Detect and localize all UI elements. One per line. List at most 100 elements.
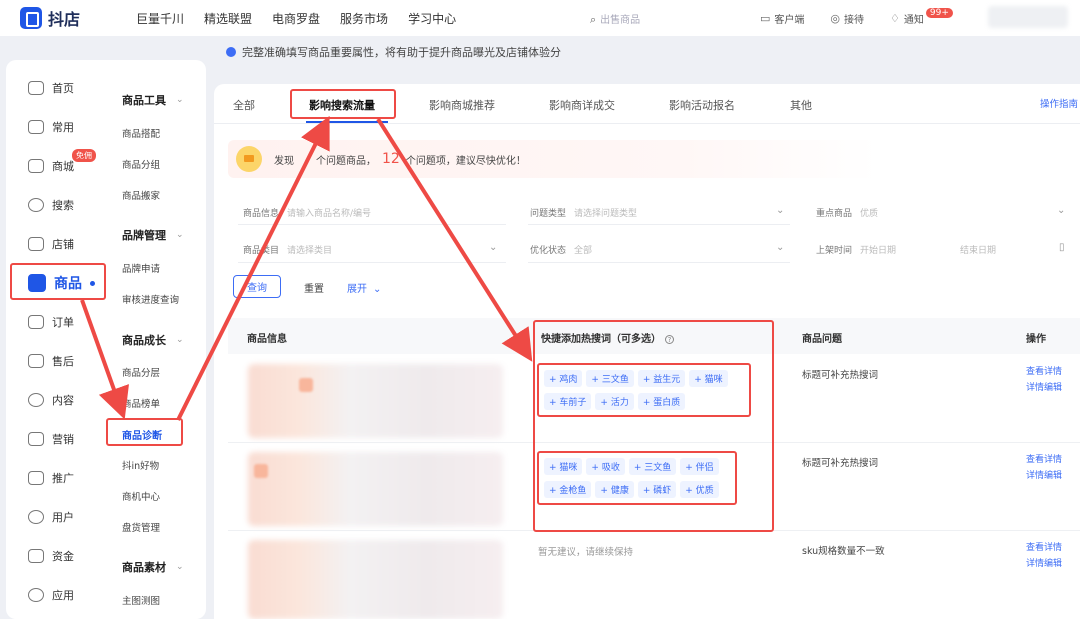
- submenu-item[interactable]: 盘货管理: [122, 520, 160, 534]
- hotword-chip[interactable]: + 健康: [595, 481, 634, 498]
- tab-activity-signup[interactable]: 影响活动报名: [669, 97, 735, 113]
- help-icon[interactable]: ?: [665, 335, 674, 344]
- guide-link[interactable]: 操作指南: [1040, 96, 1078, 110]
- topnav-item[interactable]: 精选联盟: [204, 10, 252, 27]
- hotword-chip[interactable]: + 磷虾: [637, 481, 677, 498]
- sidebar-item-marketing[interactable]: 营销: [28, 431, 74, 447]
- client-button[interactable]: ▭ 客户端: [760, 11, 804, 26]
- tab-bar: 全部 影响搜索流量 影响商城推荐 影响商详成交 影响活动报名 其他 操作指南: [214, 84, 1080, 124]
- submenu-item[interactable]: 审核进度查询: [122, 292, 179, 306]
- expand-button[interactable]: 展开 ⌄: [347, 280, 381, 295]
- sidebar-item-store[interactable]: 店铺: [28, 236, 74, 252]
- no-suggestion-text: 暂无建议，请继续保持: [538, 547, 634, 558]
- alert-text: 发现 个问题商品， 12 个问题项，建议尽快优化！: [274, 151, 526, 167]
- top-search-input[interactable]: ⌕ 出售商品: [590, 11, 640, 27]
- tab-detail-conversion[interactable]: 影响商详成交: [549, 97, 615, 113]
- filter-product-info[interactable]: 商品信息 请输入商品名称/编号: [243, 206, 371, 219]
- filter-opt-status[interactable]: 优化状态 全部: [530, 243, 592, 256]
- submenu-item[interactable]: 商品分组: [122, 157, 160, 171]
- alert-count: 12: [382, 151, 400, 167]
- submenu-item[interactable]: 抖in好物: [122, 458, 159, 472]
- chevron-down-icon: ⌄: [489, 242, 498, 253]
- divider: [228, 530, 1080, 531]
- logo[interactable]: 抖店: [20, 6, 130, 30]
- hotword-chip[interactable]: + 蛋白质: [637, 393, 686, 410]
- hotword-chip[interactable]: + 三文鱼: [628, 458, 677, 475]
- help-button[interactable]: ◎ 接待: [830, 11, 864, 26]
- sidebar-item-promote[interactable]: 推广: [28, 470, 74, 486]
- sidebar-item-home[interactable]: 首页: [28, 80, 74, 96]
- problem-text: 标题可补充热搜词: [802, 458, 879, 469]
- product-thumbnail[interactable]: [248, 364, 503, 438]
- submenu-group-brand[interactable]: 品牌管理 ⌄: [122, 227, 184, 243]
- hotword-chip[interactable]: + 伴侣: [680, 458, 719, 475]
- filter-list-time[interactable]: 上架时间 开始日期 结束日期: [816, 243, 996, 256]
- submenu-item-diagnosis[interactable]: 商品诊断: [122, 427, 162, 442]
- sidebar-item-mall[interactable]: 商城: [28, 158, 74, 174]
- edit-detail-link[interactable]: 详情编辑: [1026, 380, 1062, 396]
- submenu-group-growth[interactable]: 商品成长 ⌄: [122, 332, 184, 348]
- sidebar-item-funds[interactable]: 资金: [28, 548, 74, 564]
- tab-other[interactable]: 其他: [790, 97, 812, 113]
- hotword-chip[interactable]: + 猫咪: [689, 370, 728, 387]
- hotword-chip[interactable]: + 猫咪: [544, 458, 583, 475]
- product-thumbnail[interactable]: [248, 452, 503, 526]
- topnav-item[interactable]: 学习中心: [408, 10, 456, 27]
- hotword-chip[interactable]: + 吸收: [586, 458, 625, 475]
- edit-detail-link[interactable]: 详情编辑: [1026, 556, 1062, 572]
- hotword-chip[interactable]: + 金枪鱼: [544, 481, 592, 498]
- chevron-down-icon: ⌄: [176, 230, 184, 240]
- view-detail-link[interactable]: 查看详情: [1026, 540, 1062, 556]
- tab-mall-recommend[interactable]: 影响商城推荐: [429, 97, 495, 113]
- query-button[interactable]: 查询: [233, 275, 281, 298]
- filter-category[interactable]: 商品类目 请选择类目: [243, 243, 332, 256]
- hotword-chip[interactable]: + 活力: [595, 393, 634, 410]
- hotword-chip[interactable]: + 益生元: [637, 370, 686, 387]
- chevron-down-icon: ⌄: [176, 562, 184, 572]
- view-detail-link[interactable]: 查看详情: [1026, 452, 1062, 468]
- reset-button[interactable]: 重置: [304, 280, 324, 295]
- topnav-item[interactable]: 电商罗盘: [272, 10, 320, 27]
- filter-problem-type[interactable]: 问题类型 请选择问题类型: [530, 206, 637, 219]
- view-detail-link[interactable]: 查看详情: [1026, 364, 1062, 380]
- divider: [238, 262, 506, 263]
- submenu-group-material[interactable]: 商品素材 ⌄: [122, 559, 184, 575]
- filter-key-product[interactable]: 重点商品 优质: [816, 206, 878, 219]
- edit-detail-link[interactable]: 详情编辑: [1026, 468, 1062, 484]
- sidebar-item-content[interactable]: 内容: [28, 392, 74, 408]
- tab-search-traffic[interactable]: 影响搜索流量: [309, 97, 375, 113]
- submenu-item[interactable]: 商品分层: [122, 365, 160, 379]
- submenu-item[interactable]: 商机中心: [122, 489, 160, 503]
- submenu-group-tools[interactable]: 商品工具 ⌄: [122, 92, 184, 108]
- hotword-chips: + 猫咪 + 吸收 + 三文鱼 + 伴侣 + 金枪鱼 + 健康 + 磷虾 + 优…: [544, 458, 754, 504]
- chevron-down-icon: ⌄: [176, 335, 184, 345]
- hotword-chip[interactable]: + 优质: [680, 481, 719, 498]
- submenu-item[interactable]: 品牌申请: [122, 261, 160, 275]
- sidebar: 首页 常用 商城 免佣 搜索 店铺 商品 订单 售后 内容 营销 推广 用户 资…: [6, 60, 206, 619]
- topnav-item[interactable]: 巨量千川: [136, 10, 184, 27]
- logo-text: 抖店: [48, 10, 81, 29]
- top-nav: 巨量千川 精选联盟 电商罗盘 服务市场 学习中心: [136, 10, 476, 27]
- submenu-item[interactable]: 商品榜单: [122, 396, 160, 410]
- sidebar-item-users[interactable]: 用户: [28, 509, 74, 525]
- sidebar-item-orders[interactable]: 订单: [28, 314, 74, 330]
- sidebar-item-aftersale[interactable]: 售后: [28, 353, 74, 369]
- hotword-chip[interactable]: + 车前子: [544, 393, 592, 410]
- submenu-item[interactable]: 商品搬家: [122, 188, 160, 202]
- sidebar-item-goods[interactable]: 商品: [28, 273, 95, 293]
- hotword-chip[interactable]: + 三文鱼: [586, 370, 634, 387]
- tab-all[interactable]: 全部: [233, 97, 255, 113]
- tab-active-indicator: [306, 121, 388, 123]
- order-icon: [28, 315, 44, 329]
- sidebar-item-common[interactable]: 常用: [28, 119, 74, 135]
- submenu-item[interactable]: 商品搭配: [122, 126, 160, 140]
- sidebar-item-search[interactable]: 搜索: [28, 197, 74, 213]
- sidebar-item-apps[interactable]: 应用: [28, 587, 74, 603]
- product-thumbnail[interactable]: [248, 540, 503, 619]
- hotword-chip[interactable]: + 鸡肉: [544, 370, 583, 387]
- notify-button[interactable]: ♢ 通知 99+: [890, 8, 953, 26]
- topnav-item[interactable]: 服务市场: [340, 10, 388, 27]
- product-image: [254, 464, 268, 478]
- user-account[interactable]: [988, 6, 1068, 28]
- submenu-item[interactable]: 主图测图: [122, 593, 160, 607]
